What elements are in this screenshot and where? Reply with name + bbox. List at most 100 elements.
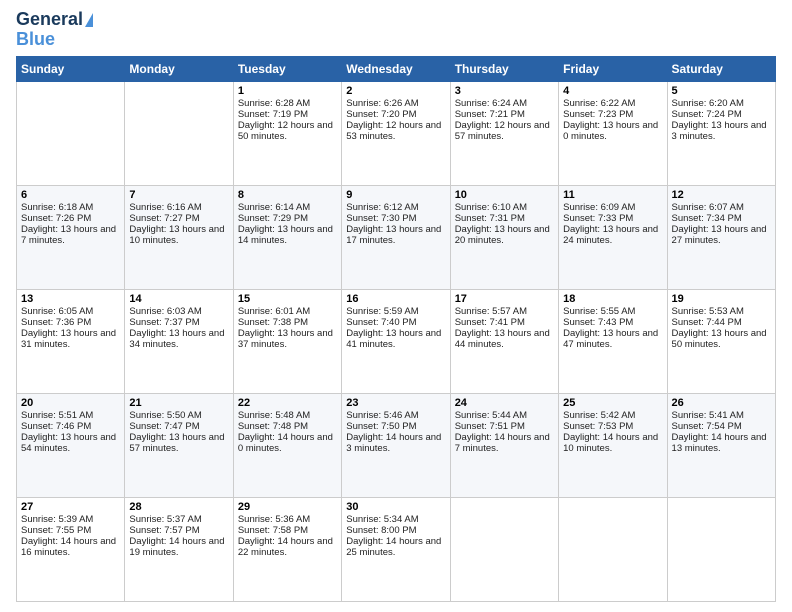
day-info: Sunset: 7:55 PM (21, 525, 120, 536)
day-info: Daylight: 14 hours and 7 minutes. (455, 432, 554, 454)
day-info: Daylight: 13 hours and 7 minutes. (21, 224, 120, 246)
day-info: Sunset: 7:26 PM (21, 213, 120, 224)
calendar-cell: 23Sunrise: 5:46 AMSunset: 7:50 PMDayligh… (342, 393, 450, 497)
day-info: Daylight: 13 hours and 44 minutes. (455, 328, 554, 350)
day-info: Daylight: 14 hours and 0 minutes. (238, 432, 337, 454)
day-info: Sunrise: 5:37 AM (129, 514, 228, 525)
day-number: 3 (455, 85, 554, 97)
calendar-cell: 26Sunrise: 5:41 AMSunset: 7:54 PMDayligh… (667, 393, 775, 497)
day-info: Sunrise: 5:55 AM (563, 306, 662, 317)
calendar-cell: 4Sunrise: 6:22 AMSunset: 7:23 PMDaylight… (559, 81, 667, 185)
calendar-cell: 29Sunrise: 5:36 AMSunset: 7:58 PMDayligh… (233, 497, 341, 601)
day-info: Daylight: 14 hours and 19 minutes. (129, 536, 228, 558)
day-number: 22 (238, 397, 337, 409)
calendar-cell: 3Sunrise: 6:24 AMSunset: 7:21 PMDaylight… (450, 81, 558, 185)
day-number: 25 (563, 397, 662, 409)
day-info: Sunset: 7:47 PM (129, 421, 228, 432)
day-info: Daylight: 13 hours and 50 minutes. (672, 328, 771, 350)
day-info: Sunset: 7:24 PM (672, 109, 771, 120)
day-info: Sunset: 7:31 PM (455, 213, 554, 224)
day-info: Sunset: 7:51 PM (455, 421, 554, 432)
logo-icon (85, 13, 93, 27)
day-info: Sunset: 7:41 PM (455, 317, 554, 328)
day-info: Sunrise: 6:20 AM (672, 98, 771, 109)
day-info: Daylight: 13 hours and 17 minutes. (346, 224, 445, 246)
logo-text-blue: Blue (16, 30, 55, 50)
calendar-cell: 24Sunrise: 5:44 AMSunset: 7:51 PMDayligh… (450, 393, 558, 497)
calendar-week-2: 6Sunrise: 6:18 AMSunset: 7:26 PMDaylight… (17, 185, 776, 289)
day-info: Sunrise: 6:07 AM (672, 202, 771, 213)
day-number: 7 (129, 189, 228, 201)
day-number: 1 (238, 85, 337, 97)
day-number: 15 (238, 293, 337, 305)
calendar-cell (559, 497, 667, 601)
day-info: Daylight: 13 hours and 27 minutes. (672, 224, 771, 246)
day-info: Sunrise: 5:46 AM (346, 410, 445, 421)
day-info: Sunset: 7:46 PM (21, 421, 120, 432)
calendar-cell: 28Sunrise: 5:37 AMSunset: 7:57 PMDayligh… (125, 497, 233, 601)
day-info: Daylight: 14 hours and 3 minutes. (346, 432, 445, 454)
day-info: Daylight: 13 hours and 10 minutes. (129, 224, 228, 246)
day-info: Daylight: 14 hours and 25 minutes. (346, 536, 445, 558)
calendar-cell: 13Sunrise: 6:05 AMSunset: 7:36 PMDayligh… (17, 289, 125, 393)
day-number: 2 (346, 85, 445, 97)
weekday-header-saturday: Saturday (667, 56, 775, 81)
day-info: Sunset: 7:48 PM (238, 421, 337, 432)
day-info: Sunset: 7:33 PM (563, 213, 662, 224)
calendar-week-4: 20Sunrise: 5:51 AMSunset: 7:46 PMDayligh… (17, 393, 776, 497)
calendar-cell: 2Sunrise: 6:26 AMSunset: 7:20 PMDaylight… (342, 81, 450, 185)
calendar-cell: 11Sunrise: 6:09 AMSunset: 7:33 PMDayligh… (559, 185, 667, 289)
day-info: Daylight: 14 hours and 10 minutes. (563, 432, 662, 454)
calendar-cell: 16Sunrise: 5:59 AMSunset: 7:40 PMDayligh… (342, 289, 450, 393)
day-number: 27 (21, 501, 120, 513)
day-info: Daylight: 13 hours and 20 minutes. (455, 224, 554, 246)
calendar-cell (667, 497, 775, 601)
day-info: Daylight: 13 hours and 37 minutes. (238, 328, 337, 350)
day-info: Sunset: 7:50 PM (346, 421, 445, 432)
calendar-cell: 15Sunrise: 6:01 AMSunset: 7:38 PMDayligh… (233, 289, 341, 393)
weekday-header-row: SundayMondayTuesdayWednesdayThursdayFrid… (17, 56, 776, 81)
day-info: Daylight: 13 hours and 54 minutes. (21, 432, 120, 454)
day-info: Daylight: 14 hours and 22 minutes. (238, 536, 337, 558)
day-info: Sunset: 7:57 PM (129, 525, 228, 536)
day-info: Sunset: 7:54 PM (672, 421, 771, 432)
day-info: Sunset: 7:36 PM (21, 317, 120, 328)
calendar-cell (125, 81, 233, 185)
calendar-cell: 8Sunrise: 6:14 AMSunset: 7:29 PMDaylight… (233, 185, 341, 289)
calendar: SundayMondayTuesdayWednesdayThursdayFrid… (16, 56, 776, 602)
weekday-header-tuesday: Tuesday (233, 56, 341, 81)
calendar-cell: 12Sunrise: 6:07 AMSunset: 7:34 PMDayligh… (667, 185, 775, 289)
day-info: Sunset: 7:20 PM (346, 109, 445, 120)
day-info: Sunset: 7:19 PM (238, 109, 337, 120)
calendar-cell: 10Sunrise: 6:10 AMSunset: 7:31 PMDayligh… (450, 185, 558, 289)
calendar-cell: 30Sunrise: 5:34 AMSunset: 8:00 PMDayligh… (342, 497, 450, 601)
day-info: Sunrise: 6:12 AM (346, 202, 445, 213)
day-info: Daylight: 13 hours and 24 minutes. (563, 224, 662, 246)
weekday-header-monday: Monday (125, 56, 233, 81)
day-info: Daylight: 12 hours and 50 minutes. (238, 120, 337, 142)
day-info: Sunrise: 6:26 AM (346, 98, 445, 109)
day-info: Sunrise: 5:42 AM (563, 410, 662, 421)
day-number: 23 (346, 397, 445, 409)
day-info: Sunset: 7:21 PM (455, 109, 554, 120)
day-info: Sunrise: 6:22 AM (563, 98, 662, 109)
day-info: Sunrise: 5:51 AM (21, 410, 120, 421)
weekday-header-sunday: Sunday (17, 56, 125, 81)
calendar-cell: 27Sunrise: 5:39 AMSunset: 7:55 PMDayligh… (17, 497, 125, 601)
day-number: 26 (672, 397, 771, 409)
day-number: 21 (129, 397, 228, 409)
day-info: Daylight: 14 hours and 13 minutes. (672, 432, 771, 454)
day-info: Sunrise: 6:05 AM (21, 306, 120, 317)
day-info: Sunrise: 5:53 AM (672, 306, 771, 317)
day-info: Sunset: 7:58 PM (238, 525, 337, 536)
calendar-cell (450, 497, 558, 601)
day-info: Sunrise: 6:14 AM (238, 202, 337, 213)
day-info: Daylight: 13 hours and 3 minutes. (672, 120, 771, 142)
calendar-cell: 9Sunrise: 6:12 AMSunset: 7:30 PMDaylight… (342, 185, 450, 289)
calendar-cell: 17Sunrise: 5:57 AMSunset: 7:41 PMDayligh… (450, 289, 558, 393)
day-info: Daylight: 13 hours and 14 minutes. (238, 224, 337, 246)
day-number: 18 (563, 293, 662, 305)
day-info: Sunrise: 6:01 AM (238, 306, 337, 317)
day-info: Sunset: 8:00 PM (346, 525, 445, 536)
day-info: Sunrise: 5:41 AM (672, 410, 771, 421)
